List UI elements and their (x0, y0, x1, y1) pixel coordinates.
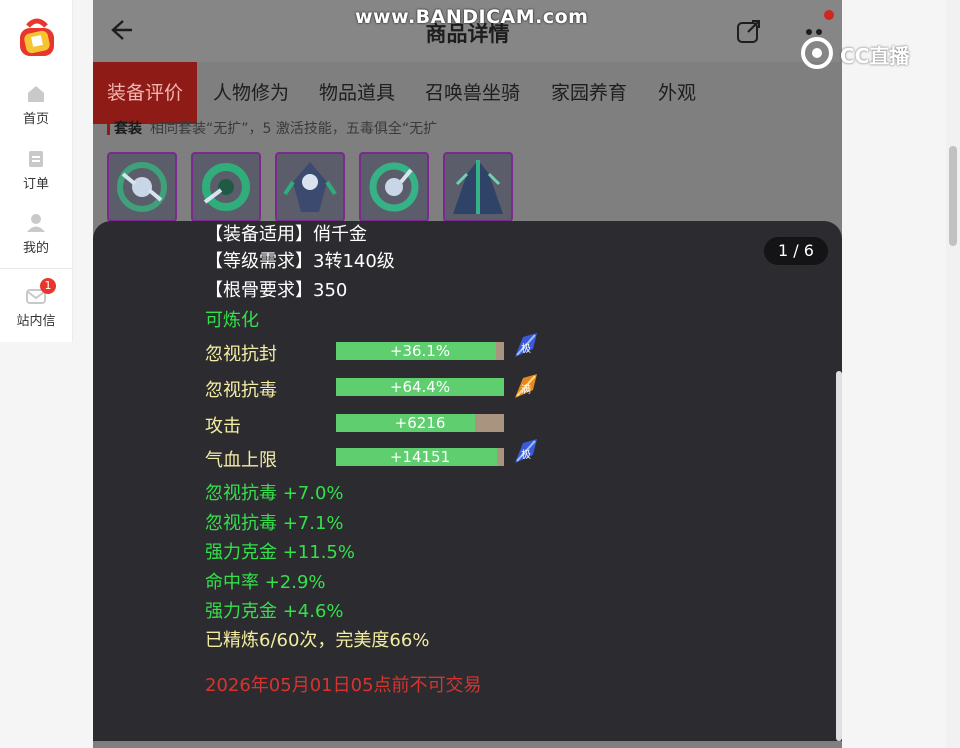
tab-equipment-review[interactable]: 装备评价 (93, 62, 198, 124)
equipment-thumbnail[interactable] (275, 152, 345, 222)
sidebar-item-messages[interactable]: 1 站内信 (0, 278, 72, 329)
main-panel: 商品详情 装备评价 人物修为 物品道具 召唤兽坐骑 家园养育 外观 套装 相同套装… (93, 0, 842, 748)
stat-bar: +14151 (336, 448, 504, 466)
extra-attribute: 忽视抗毒 +7.0% (205, 483, 344, 504)
refinable-label: 可炼化 (205, 310, 259, 331)
equipment-detail-popup: 1 / 6 【装备适用】俏千金 【等级需求】3转140级 【根骨要求】350 可… (93, 221, 842, 741)
extra-attribute: 忽视抗毒 +7.1% (205, 513, 344, 534)
order-icon (29, 151, 43, 167)
sidebar-item-mine[interactable]: 我的 (0, 213, 72, 256)
stat-label: 攻击 (205, 416, 241, 437)
stat-bar: +64.4% (336, 378, 504, 396)
set-info-row: 套装 相同套装“无扩”，5 激活技能，五毒俱全“无扩 (107, 118, 437, 138)
trade-lock-notice: 2026年05月01日05点前不可交易 (205, 675, 482, 696)
equipment-thumbnail[interactable] (359, 152, 429, 222)
extra-attribute: 强力克金 +4.6% (205, 601, 344, 622)
section-marker (107, 120, 110, 135)
gem-label: 极 (521, 448, 531, 461)
brand-logo-icon (801, 37, 833, 69)
sidebar-item-orders[interactable]: 订单 (0, 149, 72, 192)
app-logo-icon[interactable] (14, 14, 60, 60)
page-scrollbar-thumb[interactable] (949, 146, 957, 246)
tab-items[interactable]: 物品道具 (319, 62, 395, 124)
stat-bar: +6216 (336, 414, 504, 432)
tab-character-cultivation[interactable]: 人物修为 (213, 62, 289, 124)
sidebar-item-label: 我的 (22, 241, 49, 256)
refine-status: 已精炼6/60次，完美度66% (205, 630, 430, 651)
stat-label: 忽视抗封 (205, 344, 277, 365)
tab-home[interactable]: 家园养育 (551, 62, 627, 124)
brand-watermark: CC直播 (800, 36, 930, 70)
stat-label: 气血上限 (205, 450, 277, 471)
sidebar-divider (0, 268, 72, 269)
gem-label: 极 (521, 342, 531, 355)
suit-for-line: 【装备适用】俏千金 (205, 224, 367, 245)
recorder-watermark: www.BANDICAM.com (355, 6, 589, 28)
equipment-thumbnail[interactable] (191, 152, 261, 222)
left-sidebar: 首页 订单 我的 1 站内信 (0, 0, 73, 342)
extra-attribute: 命中率 +2.9% (205, 572, 326, 593)
image-counter: 1 / 6 (764, 237, 828, 265)
unread-badge: 1 (40, 278, 56, 294)
tab-appearance[interactable]: 外观 (658, 62, 696, 124)
user-icon (27, 214, 45, 232)
brand-text: CC直播 (840, 44, 910, 68)
sidebar-item-home[interactable]: 首页 (0, 84, 72, 127)
tab-bar: 装备评价 人物修为 物品道具 召唤兽坐骑 家园养育 外观 (93, 62, 842, 124)
home-icon (28, 86, 44, 102)
set-text: 相同套装“无扩”，5 激活技能，五毒俱全“无扩 (150, 121, 438, 137)
equipment-thumbnail[interactable] (107, 152, 177, 222)
stat-value: +64.4% (389, 378, 451, 396)
gem-ji-icon: 极 (515, 439, 537, 463)
set-label: 套装 (114, 121, 142, 137)
sidebar-item-label: 站内信 (16, 314, 56, 329)
stat-value: +14151 (389, 448, 451, 466)
gem-ji-icon: 极 (515, 333, 537, 357)
share-icon[interactable] (736, 18, 762, 44)
sidebar-item-label: 订单 (22, 177, 49, 192)
gem-label: 满 (521, 384, 531, 396)
gem-man-icon: 满 (515, 374, 537, 398)
stat-value: +6216 (394, 414, 446, 432)
popup-scrollbar[interactable] (836, 371, 842, 741)
level-requirement-line: 【等级需求】3转140级 (205, 251, 395, 272)
tab-summon-mount[interactable]: 召唤兽坐骑 (425, 62, 520, 124)
extra-attribute: 强力克金 +11.5% (205, 542, 355, 563)
stat-value: +36.1% (389, 342, 451, 360)
stat-bar: +36.1% (336, 342, 504, 360)
sidebar-item-label: 首页 (22, 112, 49, 127)
stat-label: 忽视抗毒 (205, 380, 277, 401)
bone-requirement-line: 【根骨要求】350 (205, 280, 348, 301)
page-scrollbar[interactable] (946, 0, 960, 748)
equipment-thumbnail[interactable] (443, 152, 513, 222)
notification-dot (824, 10, 834, 20)
